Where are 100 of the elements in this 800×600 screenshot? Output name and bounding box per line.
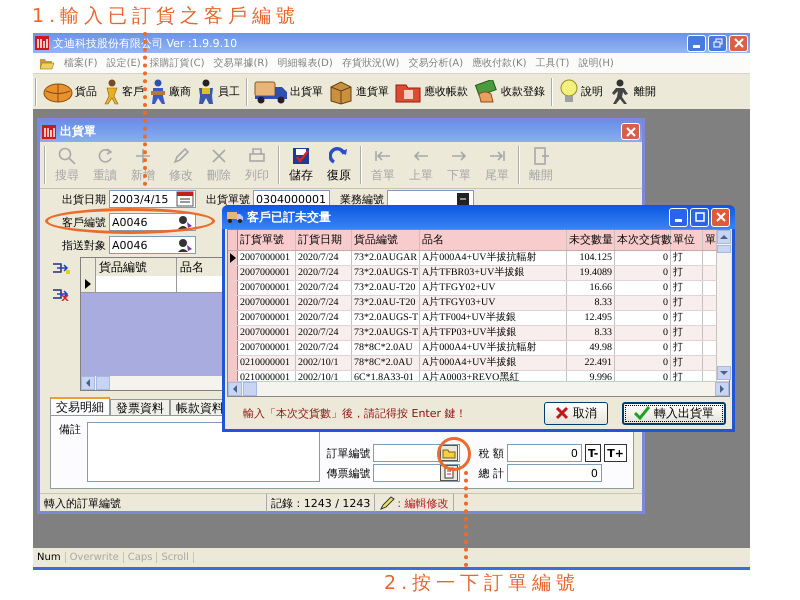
search-icon (57, 146, 77, 166)
step-annotation: 2.按一下訂單編號 (384, 571, 580, 595)
table-cell: 0 (615, 281, 671, 295)
tab[interactable]: 發票資料 (110, 399, 170, 415)
window-title: 客戶已訂未交量 (247, 208, 331, 226)
adjust-button[interactable]: T- (584, 444, 602, 462)
table-cell: 0 (615, 311, 671, 325)
toolbar-button[interactable]: 出貨單 (254, 80, 323, 104)
toolbar-button[interactable]: 進貨單 (328, 78, 389, 104)
table-cell: 73*2.0AUGAR (352, 251, 420, 265)
edit-icon (171, 146, 191, 166)
confirm-button[interactable]: 轉入出貨單 (622, 402, 726, 424)
text-field[interactable]: 0 (508, 465, 600, 481)
menu-item[interactable]: 採購訂貨(C) (150, 56, 204, 70)
menu-item[interactable]: 存貨狀況(W) (342, 56, 400, 70)
hint-text: 輸入「本次交貨數」後，請記得按 Enter 鍵！ (243, 406, 467, 420)
table-cell: 打 (671, 356, 703, 370)
column-header[interactable]: 訂貨單號 (238, 230, 296, 250)
close-icon (734, 38, 744, 48)
close-button[interactable] (729, 34, 748, 52)
table-cell: 73*2.0AU-T20 (352, 281, 420, 295)
person-icon (102, 78, 120, 104)
column-header[interactable]: 貨品編號 (352, 230, 420, 250)
menu-item[interactable]: 交易單據(R) (213, 56, 268, 70)
field-label: 指送對象 (62, 238, 106, 252)
menu-item[interactable]: 檔案(F) (64, 56, 98, 70)
toolbar-button[interactable]: 儲存 (284, 146, 318, 184)
key-indicator: Scroll (157, 552, 194, 563)
table-cell: 0 (615, 326, 671, 340)
table-cell: 104.125 (567, 251, 615, 265)
save-icon (291, 146, 311, 166)
tab[interactable]: 交易明細 (50, 397, 110, 415)
table-cell: 73*2.0AUGS-T (352, 326, 420, 340)
minimize-button[interactable] (669, 208, 688, 226)
menu-item[interactable]: 應收付款(K) (472, 56, 526, 70)
key-indicator: Num (33, 552, 66, 563)
column-header[interactable]: 單位 (671, 230, 703, 250)
table-cell: 2007000001 (238, 326, 296, 340)
toolbar-button[interactable]: 說明 (559, 78, 603, 104)
text-field[interactable]: 0304000001 (254, 191, 328, 207)
table-cell: A片TFBR03+UV半拔銀 (420, 266, 567, 280)
table-cell: 8.33 (567, 326, 615, 340)
close-button[interactable] (711, 208, 730, 226)
table-cell: 78*8C*2.0AU (352, 341, 420, 355)
table-cell: 打 (671, 341, 703, 355)
table-cell: 2007000001 (238, 296, 296, 310)
table-cell: A片TFGY02+UV (420, 281, 567, 295)
restore-button[interactable] (708, 34, 727, 52)
toolbar-button[interactable]: 復原 (322, 146, 356, 184)
menu-item[interactable]: 說明(H) (578, 56, 614, 70)
table-cell: 78*8C*2.0AU (352, 356, 420, 370)
vertical-scrollbar[interactable] (717, 230, 731, 380)
window-title: 出貨單 (60, 123, 96, 140)
table-cell: 2002/10/1 (296, 356, 352, 370)
field-label: 出貨單號 (206, 192, 250, 206)
table-cell: 打 (671, 311, 703, 325)
toolbar-button[interactable]: 應收帳款 (394, 80, 468, 104)
toolbar-button[interactable]: 廠商 (149, 78, 191, 104)
close-icon (626, 126, 636, 136)
memo-field[interactable] (87, 422, 320, 482)
adjust-button[interactable]: T+ (604, 444, 627, 462)
delete-row-icon[interactable] (52, 287, 70, 301)
maximize-button[interactable] (690, 208, 709, 226)
minimize-button[interactable] (687, 34, 706, 52)
table-cell: 8.33 (567, 296, 615, 310)
status-text: 記錄 : 1243 / 1243 (267, 494, 376, 512)
menu-item[interactable]: 明細報表(D) (277, 56, 333, 70)
table-cell: 打 (671, 326, 703, 340)
cancel-button[interactable]: 取消 (544, 402, 608, 424)
horizontal-scrollbar[interactable] (228, 381, 729, 396)
text-field[interactable]: 0 (508, 445, 580, 461)
menu-item[interactable]: 交易分析(A) (408, 56, 464, 70)
insert-row-icon[interactable] (52, 261, 70, 275)
field-label: 業務編號 (340, 192, 384, 206)
table-cell: 0 (615, 251, 671, 265)
menu-item[interactable]: 設定(E) (106, 56, 141, 70)
table-cell: 0 (615, 341, 671, 355)
toolbar-button[interactable]: 收款登錄 (473, 80, 545, 104)
table-cell: 2020/7/24 (296, 341, 352, 355)
table-cell: 2007000001 (238, 266, 296, 280)
toolbar-button[interactable]: 貨品 (43, 80, 97, 102)
toolbar-button[interactable]: 客戶 (102, 78, 144, 104)
column-header[interactable]: 訂貨日期 (296, 230, 352, 250)
key-indicator: Caps (124, 552, 158, 563)
table-cell: A片TFP03+UV半拔銀 (420, 326, 567, 340)
table-cell: 打 (671, 266, 703, 280)
field-label: 出貨日期 (62, 192, 106, 206)
close-button[interactable] (621, 123, 640, 140)
column-header[interactable]: 品名 (420, 230, 567, 250)
key-indicator: Overwrite (66, 552, 124, 563)
column-header[interactable]: 本次交貨數 (615, 230, 671, 250)
bundle-icon (43, 80, 73, 102)
column-header[interactable]: 未交數量 (567, 230, 615, 250)
table-cell: 16.66 (567, 281, 615, 295)
cross-icon (555, 406, 569, 420)
toolbar-button[interactable]: 離開 (608, 78, 656, 104)
toolbar-button[interactable]: 員工 (196, 78, 240, 104)
exit-icon (531, 146, 551, 166)
table-cell: 49.98 (567, 341, 615, 355)
menu-item[interactable]: 工具(T) (536, 56, 570, 70)
